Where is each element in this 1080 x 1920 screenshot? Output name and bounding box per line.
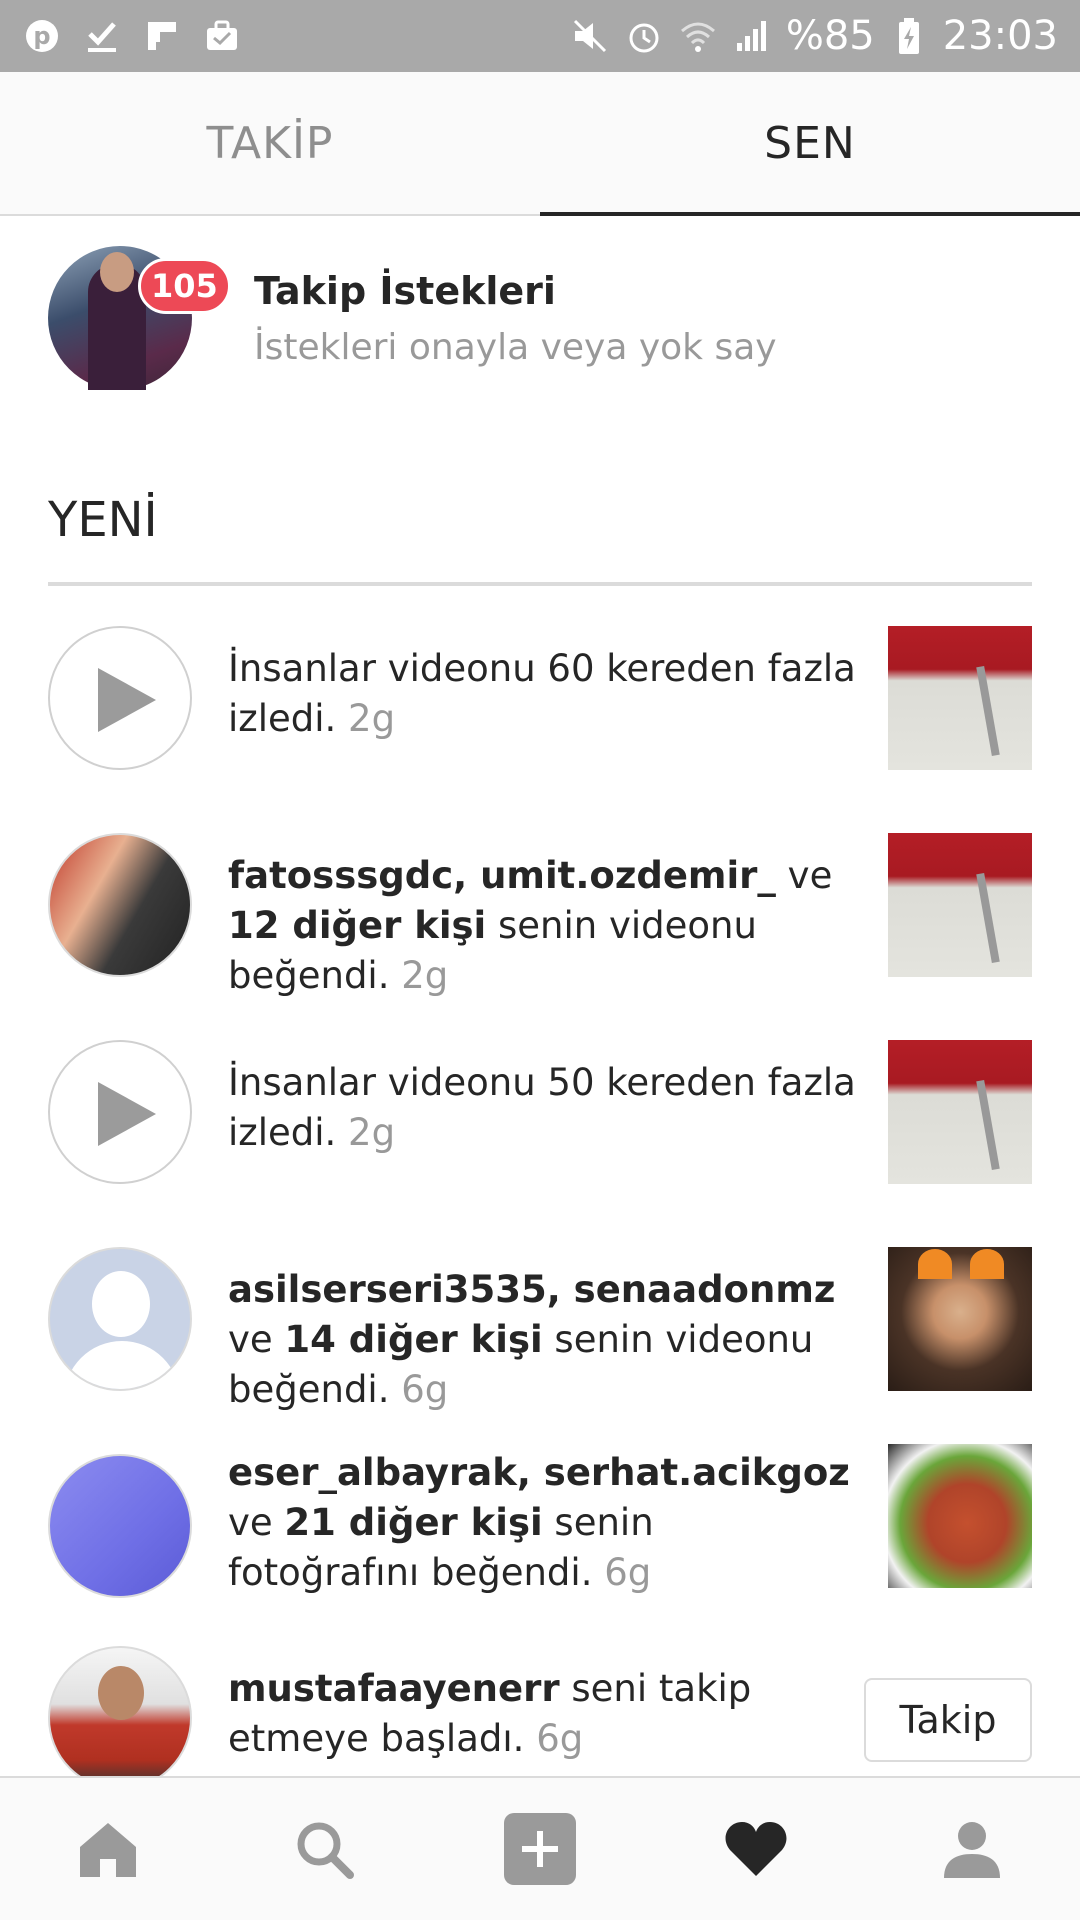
alarm-icon [624, 16, 664, 56]
post-thumbnail[interactable] [888, 833, 1032, 977]
post-thumbnail[interactable] [888, 626, 1032, 770]
avatar[interactable] [48, 1454, 192, 1598]
requests-count-badge: 105 [138, 258, 231, 314]
clock: 23:03 [942, 13, 1058, 59]
battery-percent: %85 [785, 13, 875, 59]
default-avatar-icon[interactable] [48, 1247, 192, 1391]
usernames[interactable]: asilserseri3535, senaadonmz [228, 1268, 835, 1311]
home-icon [80, 1823, 136, 1877]
post-thumbnail[interactable] [888, 1040, 1032, 1184]
heart-icon [725, 1822, 787, 1876]
list-item[interactable]: mustafaayenerr seni takip etmeye başladı… [0, 1646, 1080, 1790]
list-item[interactable]: İnsanlar videonu 50 kereden fazla izledi… [0, 1040, 1080, 1184]
notification-text: İnsanlar videonu 60 kereden fazla izledi… [228, 647, 856, 740]
list-item[interactable]: asilserseri3535, senaadonmz ve 14 diğer … [0, 1247, 1080, 1411]
wifi-icon [678, 16, 718, 56]
nav-activity[interactable] [696, 1789, 816, 1909]
play-icon [48, 626, 192, 770]
divider [48, 582, 1032, 586]
profile-icon [944, 1822, 1000, 1878]
download-done-icon [82, 16, 122, 56]
timestamp: 2g [348, 1111, 396, 1154]
svg-text:p: p [33, 22, 50, 50]
follow-button[interactable]: Takip [864, 1678, 1032, 1762]
activity-tabs: TAKİP SEN [0, 72, 1080, 216]
notification-text: asilserseri3535, senaadonmz ve 14 diğer … [228, 1268, 836, 1411]
timestamp: 6g [604, 1551, 652, 1594]
timestamp: 2g [348, 697, 396, 740]
play-icon [48, 1040, 192, 1184]
section-title: YENİ [48, 492, 158, 548]
notification-text: İnsanlar videonu 50 kereden fazla izledi… [228, 1061, 856, 1154]
mute-icon [570, 16, 610, 56]
requests-subtitle: İstekleri onayla veya yok say [254, 326, 777, 368]
battery-charging-icon [889, 16, 929, 56]
follow-requests[interactable]: 105 Takip İstekleri İstekleri onayla vey… [0, 218, 1080, 418]
nav-home[interactable] [48, 1789, 168, 1909]
nav-search[interactable] [264, 1789, 384, 1909]
search-icon [297, 1822, 354, 1879]
timestamp: 6g [401, 1368, 449, 1411]
nav-profile[interactable] [912, 1789, 1032, 1909]
avatar: 105 [48, 246, 231, 390]
post-thumbnail[interactable] [888, 1247, 1032, 1391]
pinterest-icon: p [22, 16, 62, 56]
timestamp: 6g [536, 1717, 584, 1760]
notification-text: mustafaayenerr seni takip etmeye başladı… [228, 1667, 752, 1760]
tab-you[interactable]: SEN [540, 72, 1080, 216]
avatar[interactable] [48, 1646, 192, 1790]
requests-title: Takip İstekleri [254, 268, 556, 313]
nav-add[interactable] [480, 1789, 600, 1909]
briefcase-icon [202, 16, 242, 56]
timestamp: 2g [401, 954, 449, 997]
usernames[interactable]: mustafaayenerr [228, 1667, 560, 1710]
list-item[interactable]: fatosssgdc, umit.ozdemir_ ve 12 diğer ki… [0, 833, 1080, 997]
usernames[interactable]: fatosssgdc, umit.ozdemir_ [228, 854, 776, 897]
bottom-nav [0, 1776, 1080, 1920]
list-item[interactable]: İnsanlar videonu 60 kereden fazla izledi… [0, 626, 1080, 770]
add-icon [504, 1813, 576, 1885]
usernames[interactable]: eser_albayrak, serhat.acikgoz [228, 1451, 850, 1494]
notification-text: eser_albayrak, serhat.acikgoz ve 21 diğe… [228, 1451, 850, 1594]
flipboard-icon [142, 16, 182, 56]
status-bar: p %85 23:03 [0, 0, 1080, 72]
signal-icon [732, 16, 772, 56]
post-thumbnail[interactable] [888, 1444, 1032, 1588]
notification-text: fatosssgdc, umit.ozdemir_ ve 12 diğer ki… [228, 854, 833, 997]
tab-following[interactable]: TAKİP [0, 72, 540, 214]
avatar[interactable] [48, 833, 192, 977]
list-item[interactable]: eser_albayrak, serhat.acikgoz ve 21 diğe… [0, 1444, 1080, 1598]
